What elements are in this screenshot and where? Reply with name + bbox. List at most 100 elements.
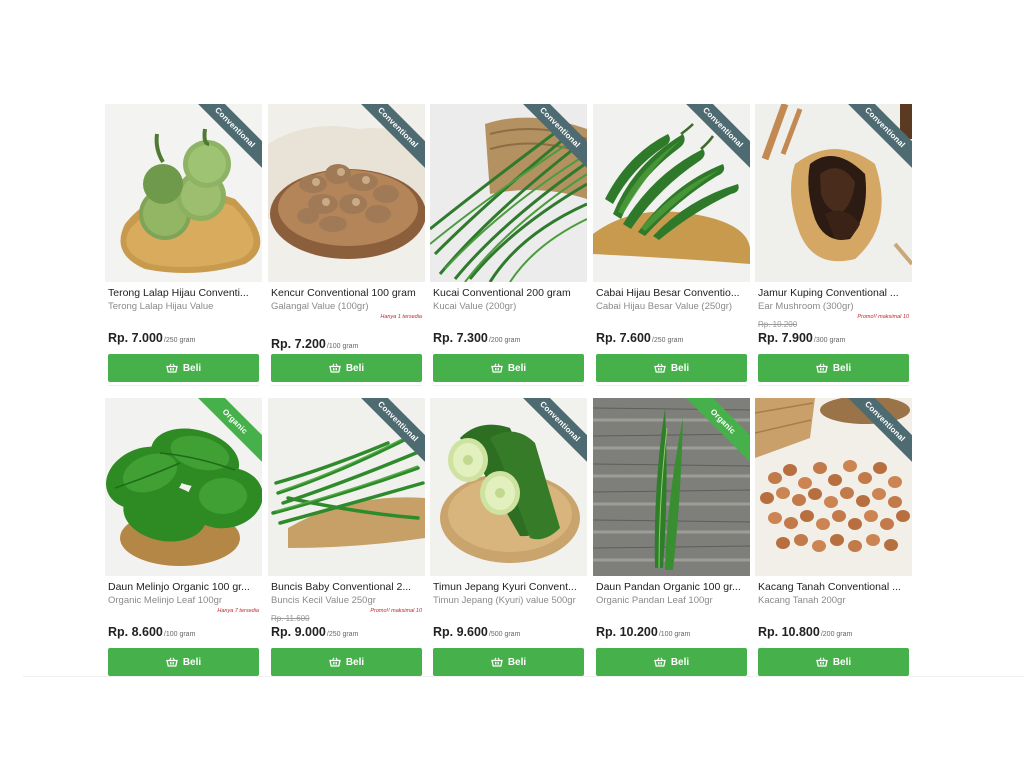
product-image-eggplant[interactable]: Conventional — [105, 104, 262, 282]
product-price: Rp. 8.600/100 gram — [108, 625, 196, 639]
card-divider — [108, 385, 259, 386]
buy-button[interactable]: Beli — [596, 354, 747, 382]
product-image-green-beans[interactable]: Conventional — [268, 398, 425, 576]
product-unit: /300 gram — [813, 337, 846, 344]
product-card[interactable]: Conventional Kucai Conventional 200 gram… — [430, 104, 587, 386]
product-image-galangal[interactable]: Conventional — [268, 104, 425, 282]
product-name[interactable]: Cabai Hijau Besar Conventio... — [596, 287, 748, 299]
promo-note: Promo!! maksimal 10 — [370, 608, 422, 614]
product-card[interactable]: Conventional Kacang Tanah Conventional .… — [755, 398, 912, 678]
basket-icon — [816, 363, 828, 373]
basket-icon — [654, 657, 666, 667]
product-image-green-chili[interactable]: Conventional — [593, 104, 750, 282]
product-price: Rp. 10.800/200 gram — [758, 625, 853, 639]
basket-icon — [166, 363, 178, 373]
product-variant: Organic Pandan Leaf 100gr — [596, 595, 713, 606]
product-card[interactable]: Conventional Terong Lalap Hijau Conventi… — [105, 104, 262, 386]
basket-icon — [166, 657, 178, 667]
product-image-ear-mushroom[interactable]: Conventional — [755, 104, 912, 282]
stock-note: Hanya 7 tersedia — [217, 608, 259, 614]
product-name[interactable]: Timun Jepang Kyuri Convent... — [433, 581, 585, 593]
buy-button-label: Beli — [507, 362, 527, 374]
product-image-chives[interactable]: Conventional — [430, 104, 587, 282]
product-variant: Timun Jepang (Kyuri) value 500gr — [433, 595, 576, 606]
product-name[interactable]: Daun Pandan Organic 100 gr... — [596, 581, 748, 593]
buy-button[interactable]: Beli — [596, 648, 747, 676]
card-divider — [433, 385, 584, 386]
product-card[interactable]: Conventional Buncis Baby Conventional 2.… — [268, 398, 425, 678]
product-name[interactable]: Terong Lalap Hijau Conventi... — [108, 287, 260, 299]
product-unit: /250 gram — [326, 631, 359, 638]
product-name[interactable]: Kencur Conventional 100 gram — [271, 287, 423, 299]
buy-button[interactable]: Beli — [758, 354, 909, 382]
product-card[interactable]: Conventional Jamur Kuping Conventional .… — [755, 104, 912, 386]
basket-icon — [329, 657, 341, 667]
product-unit: /100 gram — [658, 631, 691, 638]
product-card[interactable]: Organic Daun Melinjo Organic 100 gr... O… — [105, 398, 262, 678]
basket-icon — [491, 363, 503, 373]
product-price: Rp. 7.200/100 gram — [271, 337, 359, 351]
product-variant: Buncis Kecil Value 250gr — [271, 595, 376, 606]
product-row: Organic Daun Melinjo Organic 100 gr... O… — [105, 398, 913, 678]
product-variant: Galangal Value (100gr) — [271, 301, 369, 312]
product-card[interactable]: Organic Daun Pandan Organic 100 gr... Or… — [593, 398, 750, 678]
product-unit: /500 gram — [488, 631, 521, 638]
product-variant: Kucai Value (200gr) — [433, 301, 517, 312]
product-price: Rp. 9.000/250 gram — [271, 625, 359, 639]
product-price: Rp. 7.000/250 gram — [108, 331, 196, 345]
buy-button-label: Beli — [832, 656, 852, 668]
product-price: Rp. 7.300/200 gram — [433, 331, 521, 345]
buy-button[interactable]: Beli — [271, 354, 422, 382]
product-price: Rp. 9.600/500 gram — [433, 625, 521, 639]
product-variant: Ear Mushroom (300gr) — [758, 301, 854, 312]
buy-button[interactable]: Beli — [758, 648, 909, 676]
product-name[interactable]: Buncis Baby Conventional 2... — [271, 581, 423, 593]
product-unit: /250 gram — [651, 337, 684, 344]
product-unit: /200 gram — [488, 337, 521, 344]
product-image-melinjo-leaf[interactable]: Organic — [105, 398, 262, 576]
basket-icon — [329, 363, 341, 373]
stock-note: Hanya 1 tersedia — [380, 314, 422, 320]
buy-button-label: Beli — [345, 656, 365, 668]
product-card[interactable]: Conventional Timun Jepang Kyuri Convent.… — [430, 398, 587, 678]
product-unit: /100 gram — [163, 631, 196, 638]
product-card[interactable]: Conventional Kencur Conventional 100 gra… — [268, 104, 425, 386]
buy-button[interactable]: Beli — [271, 648, 422, 676]
buy-button-label: Beli — [182, 656, 202, 668]
product-image-peanuts[interactable]: Conventional — [755, 398, 912, 576]
basket-icon — [491, 657, 503, 667]
product-image-cucumber[interactable]: Conventional — [430, 398, 587, 576]
product-unit: /200 gram — [820, 631, 853, 638]
card-divider — [271, 385, 422, 386]
product-variant: Organic Melinjo Leaf 100gr — [108, 595, 223, 606]
product-card[interactable]: Conventional Cabai Hijau Besar Conventio… — [593, 104, 750, 386]
buy-button[interactable]: Beli — [433, 354, 584, 382]
old-price: Rp. 10.200 — [758, 320, 798, 329]
product-name[interactable]: Kacang Tanah Conventional ... — [758, 581, 910, 593]
product-variant: Cabai Hijau Besar Value (250gr) — [596, 301, 733, 312]
product-name[interactable]: Jamur Kuping Conventional ... — [758, 287, 910, 299]
basket-icon — [654, 363, 666, 373]
product-unit: /250 gram — [163, 337, 196, 344]
buy-button-label: Beli — [182, 362, 202, 374]
buy-button[interactable]: Beli — [108, 648, 259, 676]
card-divider — [758, 385, 909, 386]
product-unit: /100 gram — [326, 343, 359, 350]
promo-note: Promo!! maksimal 10 — [857, 314, 909, 320]
product-name[interactable]: Kucai Conventional 200 gram — [433, 287, 585, 299]
buy-button-label: Beli — [670, 362, 690, 374]
product-row: Conventional Terong Lalap Hijau Conventi… — [105, 104, 913, 386]
buy-button[interactable]: Beli — [108, 354, 259, 382]
card-divider — [596, 385, 747, 386]
product-image-pandan-leaf[interactable]: Organic — [593, 398, 750, 576]
buy-button[interactable]: Beli — [433, 648, 584, 676]
product-price: Rp. 7.900/300 gram — [758, 331, 846, 345]
section-divider — [23, 676, 1024, 677]
buy-button-label: Beli — [507, 656, 527, 668]
buy-button-label: Beli — [832, 362, 852, 374]
product-price: Rp. 7.600/250 gram — [596, 331, 684, 345]
product-price: Rp. 10.200/100 gram — [596, 625, 691, 639]
old-price: Rp. 11.600 — [271, 614, 310, 623]
product-name[interactable]: Daun Melinjo Organic 100 gr... — [108, 581, 260, 593]
product-variant: Kacang Tanah 200gr — [758, 595, 846, 606]
